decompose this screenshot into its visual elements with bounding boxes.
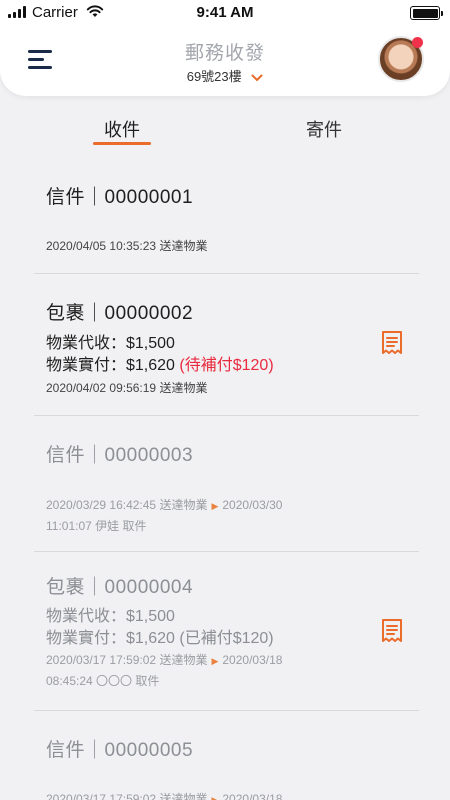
item-meta: 2020/04/05 10:35:23 送達物業 bbox=[46, 236, 207, 256]
item-meta: 2020/03/17 17:59:02 送達物業 ▶ 2020/03/18 bbox=[46, 789, 346, 800]
item-pending-payment: (待補付$120) bbox=[179, 357, 274, 374]
item-title: 信件｜00000001 bbox=[46, 187, 194, 208]
triangle-right-icon: ▶ bbox=[211, 795, 219, 800]
battery-icon bbox=[410, 6, 443, 20]
item-paid-amount: 物業實付：$1,620 (已補付$120) bbox=[46, 630, 274, 647]
item-collected-amount: 物業代收：$1,500 bbox=[46, 608, 175, 625]
list-item[interactable]: 信件｜00000001 2020/04/05 10:35:23 送達物業 bbox=[34, 152, 419, 274]
item-delivered: 2020/03/17 17:59:02 送達物業 bbox=[46, 653, 208, 667]
item-delivered: 2020/03/17 17:59:02 送達物業 bbox=[46, 792, 208, 800]
tab-received[interactable]: 收件 bbox=[62, 116, 182, 142]
status-time: 9:41 AM bbox=[196, 4, 254, 21]
list-item[interactable]: 包裹｜00000002 物業代收：$1,500 物業實付：$1,620 (待補付… bbox=[34, 274, 419, 416]
item-title: 信件｜00000005 bbox=[46, 740, 194, 761]
item-title: 包裹｜00000002 bbox=[46, 303, 194, 324]
item-delivered: 2020/04/05 10:35:23 送達物業 bbox=[46, 239, 208, 253]
receipt-icon[interactable] bbox=[381, 330, 403, 356]
triangle-right-icon: ▶ bbox=[211, 656, 219, 666]
tab-sent[interactable]: 寄件 bbox=[264, 116, 384, 142]
item-pickup-date: 2020/03/30 bbox=[222, 498, 283, 512]
item-pickup-detail: 08:45:24 〇〇〇 取件 bbox=[46, 674, 160, 688]
item-pickup-detail: 11:01:07 伊娃 取件 bbox=[46, 519, 147, 533]
item-pickup-date: 2020/03/18 bbox=[222, 653, 283, 667]
triangle-right-icon: ▶ bbox=[211, 501, 219, 511]
item-delivered: 2020/03/29 16:42:45 送達物業 bbox=[46, 498, 208, 512]
item-meta: 2020/03/17 17:59:02 送達物業 ▶ 2020/03/18 08:4… bbox=[46, 650, 346, 691]
item-title: 包裹｜00000004 bbox=[46, 577, 194, 598]
item-paid-value: 物業實付：$1,620 bbox=[46, 357, 175, 374]
item-pickup-date: 2020/03/18 bbox=[222, 792, 283, 800]
item-meta: 2020/03/29 16:42:45 送達物業 ▶ 2020/03/30 11:0… bbox=[46, 495, 346, 536]
list-item[interactable]: 包裹｜00000004 物業代收：$1,500 物業實付：$1,620 (已補付… bbox=[34, 552, 419, 711]
receipt-icon[interactable] bbox=[381, 618, 403, 644]
item-paid-amount: 物業實付：$1,620 (待補付$120) bbox=[46, 351, 274, 375]
item-meta: 2020/04/02 09:56:19 送達物業 bbox=[46, 378, 207, 398]
item-delivered: 2020/04/02 09:56:19 送達物業 bbox=[46, 381, 208, 395]
chevron-down-icon[interactable] bbox=[251, 74, 263, 82]
list-item[interactable]: 信件｜00000005 2020/03/17 17:59:02 送達物業 ▶ 202… bbox=[34, 711, 419, 800]
unit-label: 69號23樓 bbox=[186, 69, 242, 84]
active-tab-indicator bbox=[93, 142, 151, 145]
item-title: 信件｜00000003 bbox=[46, 445, 194, 466]
item-collected-amount: 物業代收：$1,500 bbox=[46, 335, 175, 352]
mail-list: 信件｜00000001 2020/04/05 10:35:23 送達物業 包裹｜… bbox=[34, 152, 419, 800]
app-header: 郵務收發 69號23樓 bbox=[0, 26, 450, 96]
list-item[interactable]: 信件｜00000003 2020/03/29 16:42:45 送達物業 ▶ 202… bbox=[34, 416, 419, 552]
status-bar: Carrier 9:41 AM bbox=[0, 0, 450, 26]
tab-bar: 收件 寄件 bbox=[0, 96, 450, 152]
notification-dot bbox=[412, 37, 423, 48]
